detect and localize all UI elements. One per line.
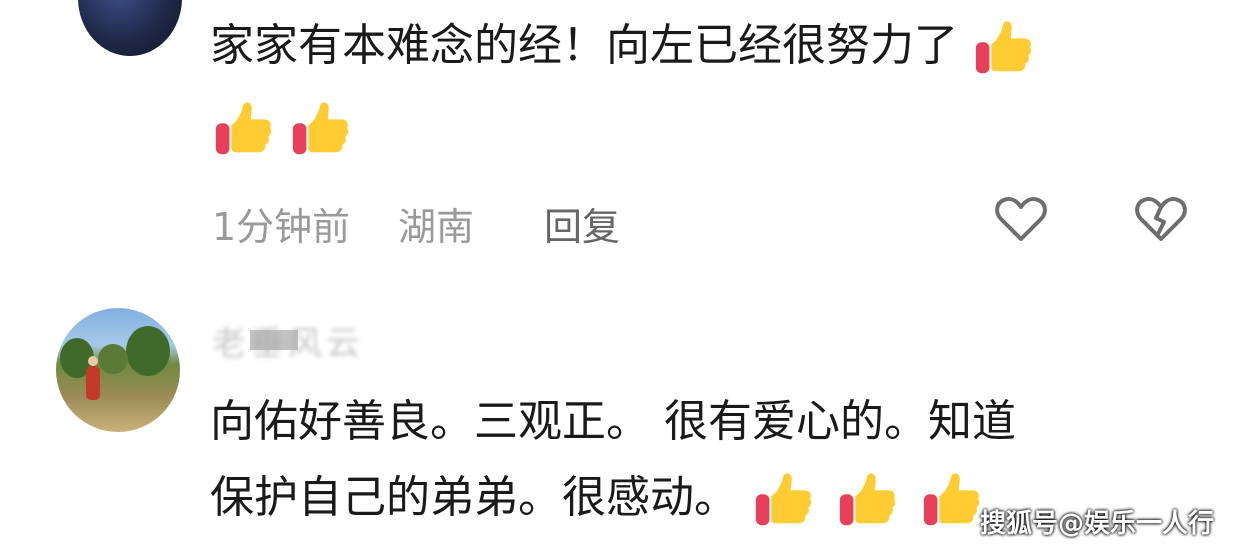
like-button[interactable]: [994, 194, 1048, 244]
thumbs-up-emoji-icon: [752, 469, 814, 531]
avatar[interactable]: [56, 308, 180, 432]
heart-outline-icon: [995, 196, 1047, 241]
emoji-row: [212, 98, 351, 160]
thumbs-up-emoji-icon: [289, 98, 351, 160]
comment-text-line: 保护自己的弟弟。很感动。: [210, 472, 738, 523]
redaction-mark: [250, 330, 298, 350]
thumbs-up-emoji-icon: [836, 469, 898, 531]
dislike-button[interactable]: [1134, 194, 1188, 244]
avatar[interactable]: [78, 0, 182, 56]
reply-button[interactable]: 回复: [544, 196, 620, 251]
thumbs-up-emoji-icon: [972, 17, 1034, 79]
thumbs-up-emoji-icon: [212, 98, 274, 160]
comment-text-line: 向佑好善良。三观正。 很有爱心的。知道: [210, 396, 1016, 447]
watermark: 搜狐号@娱乐一人行: [979, 509, 1214, 539]
thumbs-up-emoji-icon: [920, 469, 982, 531]
comment-location: 湖南: [398, 205, 475, 249]
comment-text-line: 家家有本难念的经！向左已经很努力了: [210, 20, 958, 71]
comment-time: 1分钟前: [212, 205, 351, 249]
comment-text: 保护自己的弟弟。很感动。: [210, 468, 982, 531]
comment-text: 家家有本难念的经！向左已经很努力了: [210, 16, 1034, 79]
broken-heart-icon: [1135, 196, 1187, 241]
